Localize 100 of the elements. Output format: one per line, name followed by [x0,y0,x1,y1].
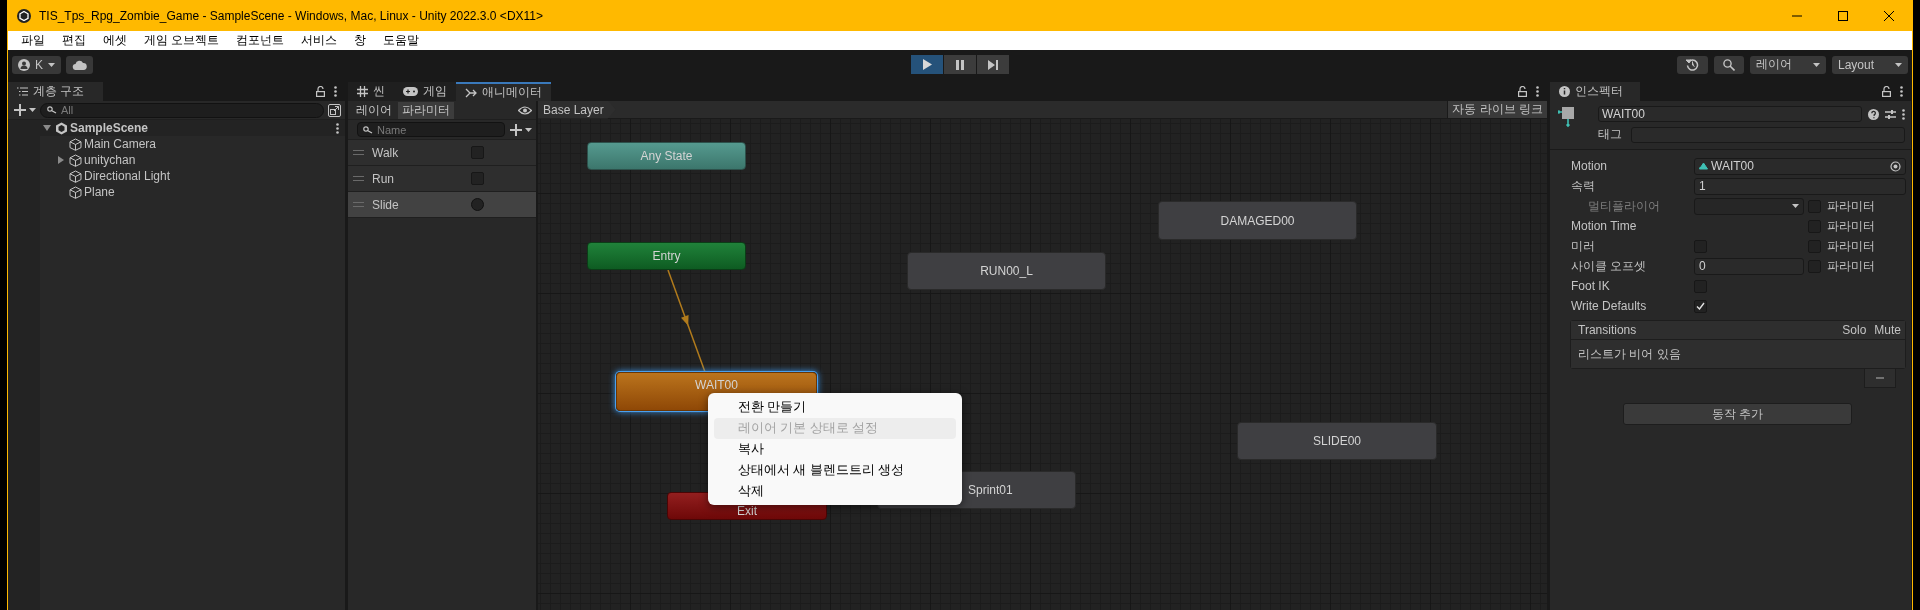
account-icon [18,58,30,71]
tree-item[interactable]: Main Camera [84,137,157,151]
target-icon[interactable] [1890,160,1901,172]
motion-field[interactable]: WAIT00 [1694,157,1906,175]
tag-label: 태그 [1598,126,1622,143]
add-button[interactable] [510,123,532,136]
window-title: TIS_Tps_Rpg_Zombie_Game - SampleScene - Windows, Mac, Linux - Unity 2022.3.0 <DX11> [39,8,543,23]
history-icon [1686,58,1699,71]
search-icon [47,106,57,114]
sliders-icon[interactable] [1885,108,1896,120]
number-field[interactable]: 1 [1694,177,1906,195]
trigger-toggle[interactable] [471,198,484,211]
number-field[interactable]: 0 [1694,257,1804,275]
field-label: Foot IK [1571,279,1611,293]
menu-item[interactable]: 파일 [14,32,52,49]
menu-item[interactable]: 게임 오브젝트 [137,32,227,49]
gamepad-icon [403,87,418,96]
more-icon [1900,86,1903,97]
checkbox[interactable] [1694,299,1707,313]
field-label: Write Defaults [1571,299,1648,313]
column-header: Solo [1842,323,1867,337]
step-icon [988,59,998,70]
panel-tab[interactable]: 애니메이터 [456,82,551,101]
menu-item[interactable]: 서비스 [294,32,345,49]
list-icon [17,87,28,96]
sub-tab[interactable]: 레이어 [352,101,396,119]
eye-icon[interactable] [518,105,532,115]
panel-tab[interactable]: 게임 [394,82,456,101]
menu-item[interactable]: 편집 [55,32,93,49]
search-icon [1723,58,1735,71]
state-node[interactable]: SLIDE00 [1237,422,1437,460]
add-button[interactable] [14,104,36,116]
parameter-row[interactable]: Slide [348,192,536,218]
tree-item[interactable]: Plane [84,185,115,199]
caret-icon [29,108,36,112]
field-label: 멀티플라이어 [1587,197,1661,215]
more-icon [1902,108,1905,120]
expander-icon[interactable] [57,156,65,164]
layout-dropdown[interactable]: Layout [1832,55,1908,74]
search-button[interactable] [1714,55,1744,74]
cloud-icon [72,59,87,70]
menu-item[interactable]: 컴포넌트 [229,32,292,49]
tree-item[interactable]: unitychan [84,153,136,167]
column-header: Mute [1874,323,1901,337]
account-button[interactable]: K [12,55,61,74]
search-field[interactable]: Name [357,122,505,137]
checkbox-label: 파라미터 [1827,257,1875,275]
checkbox-label: 파라미터 [1827,197,1875,215]
minus-icon [1876,377,1884,379]
parameter-row[interactable]: Run [348,166,536,192]
empty-message: 리스트가 비어 있음 [1578,345,1681,363]
cube-icon [68,153,82,167]
drag-handle-icon [353,202,364,207]
pause-button[interactable] [944,55,976,74]
state-node[interactable]: Entry [587,242,746,270]
drag-handle-icon [353,150,364,155]
remove-button[interactable] [1864,369,1896,388]
layers-dropdown[interactable]: 레이어 [1750,55,1826,74]
menu-item[interactable]: 에셋 [96,32,134,49]
state-node[interactable]: RUN00_L [907,252,1106,290]
help-icon[interactable] [1868,108,1879,120]
cloud-button[interactable] [66,55,93,74]
field-label: 속력 [1571,177,1596,195]
state-node[interactable]: DAMAGED00 [1158,201,1357,240]
menu-item[interactable]: 창 [347,32,374,49]
cube-icon [68,137,82,151]
maximize-icon [1838,10,1848,21]
close-icon [1884,10,1894,21]
panel-tab[interactable]: 씬 [348,82,394,101]
sub-tab[interactable]: 파라미터 [398,101,454,119]
plus-icon [14,104,26,116]
play-button[interactable] [911,55,943,74]
field-label: Motion [1571,159,1609,173]
lock-icon [1882,86,1891,97]
hash-icon [357,86,368,97]
state-icon [1558,106,1574,128]
search-field[interactable]: All [40,102,324,118]
play-icon [922,59,932,70]
menu-item[interactable]: 도움말 [376,32,427,49]
expander-icon[interactable] [43,124,51,132]
live-link-button[interactable]: 자동 라이브 링크 [1447,101,1547,118]
hierarchy-tab[interactable]: 계층 구조 [8,82,103,101]
checkbox-label: 파라미터 [1827,217,1875,235]
lock-icon [316,86,325,97]
step-button[interactable] [977,55,1009,74]
drag-handle-icon [353,176,364,181]
tree-item[interactable]: Directional Light [84,169,171,183]
caret-icon [48,62,55,67]
caret-icon [525,127,532,132]
plus-icon [510,123,522,136]
state-name-field[interactable]: WAIT00 [1598,106,1862,122]
menu-item[interactable]: 복사 [714,439,956,460]
add-behaviour-button[interactable]: 동작 추가 [1623,403,1852,425]
inspector-tab[interactable]: 인스펙터 [1550,82,1640,101]
history-button[interactable] [1677,55,1708,74]
clip-icon [1699,162,1708,170]
pause-icon [956,59,964,70]
search-icon [363,125,373,134]
parameter-row[interactable]: Walk [348,140,536,166]
cube-icon [68,185,82,199]
